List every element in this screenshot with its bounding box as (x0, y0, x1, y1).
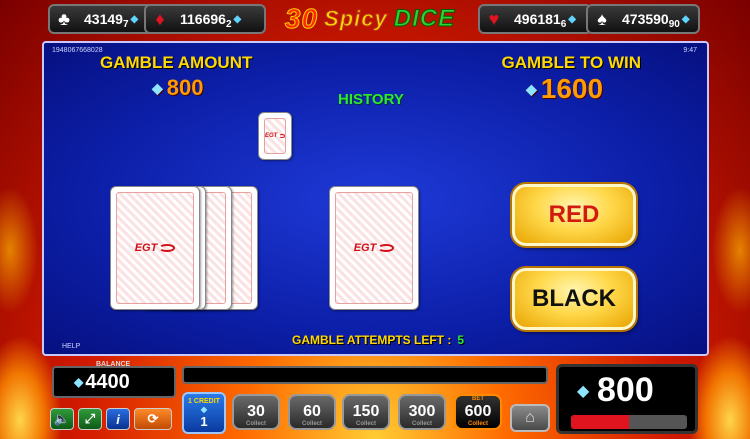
gem-icon: ◆ (526, 80, 537, 97)
bet-value: 600 (464, 403, 492, 420)
help-link[interactable]: HELP (62, 343, 80, 350)
bet-button-60[interactable]: 60 Collect (288, 394, 336, 430)
info-icon[interactable]: i (106, 408, 130, 430)
gem-icon: ◆ (233, 13, 242, 25)
message-bar (182, 366, 548, 384)
heart-icon: ♥ (488, 8, 500, 29)
jackpot-amount: 116696 (180, 11, 226, 27)
jackpot-cents: 90 (668, 18, 680, 30)
bet-label: BET (472, 396, 484, 402)
jackpot-cents: 6 (560, 18, 567, 30)
bet-value: 150 (352, 403, 380, 420)
gamble-to-win-label: GAMBLE TO WIN (501, 53, 641, 72)
gem-icon: ◆ (577, 383, 590, 400)
gem-icon: ◆ (152, 79, 163, 96)
jackpot-amount: 496181 (514, 11, 561, 27)
bet-value: 300 (408, 403, 436, 420)
jackpot-diamonds: ♦ 116696 2 ◆ (144, 4, 266, 34)
egt-logo-icon (159, 244, 176, 252)
bet-sub: Collect (467, 421, 488, 427)
gem-icon: ◆ (681, 13, 690, 25)
autoplay-icon[interactable]: ⟳ (134, 408, 172, 430)
gamble-amount-value: ◆ 800 (152, 75, 204, 101)
gamble-to-win-value: ◆ 1600 (526, 73, 603, 105)
jackpot-hearts: ♥ 496181 6 ◆ (478, 4, 592, 34)
attempts-left: 5 (457, 333, 465, 347)
bet-button-30[interactable]: 30 Collect (232, 394, 280, 430)
balance-display: ◆ 4400 (52, 366, 176, 398)
history-card: EGT (258, 112, 292, 160)
jackpot-spades: ♠ 473590 90 ◆ (586, 4, 700, 34)
red-button[interactable]: RED (512, 184, 636, 246)
gem-icon: ◆ (200, 405, 208, 414)
game-logo: 30 Spicy DICE (270, 2, 470, 36)
club-icon: ♣ (58, 8, 70, 29)
jackpot-amount: 43149 (84, 11, 123, 27)
diamond-icon: ♦ (155, 8, 165, 29)
gamble-attempts: GAMBLE ATTEMPTS LEFT : 5 (292, 333, 464, 347)
spade-icon: ♠ (597, 8, 607, 29)
balance-value: 4400 (85, 370, 130, 393)
bet-sub: Collect (245, 421, 266, 427)
home-icon[interactable]: ⌂ (510, 404, 550, 432)
card-brand: EGT (265, 133, 278, 139)
win-progress-bar (571, 415, 687, 429)
fullscreen-icon[interactable]: ⤢ (78, 408, 102, 430)
attempts-label: GAMBLE ATTEMPTS LEFT : (292, 333, 452, 347)
logo-dice: DICE (393, 5, 456, 33)
win-progress-fill (571, 415, 629, 429)
bet-sub: Collect (301, 421, 322, 427)
jackpot-cents: 7 (122, 18, 129, 30)
jackpot-cents: 2 (225, 18, 232, 30)
bet-button-300[interactable]: 300 Collect (398, 394, 446, 430)
logo-spicy: Spicy (324, 6, 388, 32)
clock: 9:47 (683, 47, 697, 54)
credit-label: 1 CREDIT (188, 398, 220, 405)
bet-value: 60 (303, 403, 321, 420)
jackpot-amount: 473590 (622, 11, 669, 27)
game-id: 1948067668028 (52, 47, 103, 54)
logo-number: 30 (284, 3, 319, 35)
win-display: ◆ 800 (556, 364, 698, 434)
sound-icon[interactable]: 🔈 (50, 408, 74, 430)
gamble-panel: 1948067668028 9:47 GAMBLE AMOUNT ◆ 800 G… (42, 41, 709, 356)
bet-sub: Collect (411, 421, 432, 427)
black-button[interactable]: BLACK (512, 268, 636, 330)
gamble-amount-number: 800 (166, 75, 204, 100)
gem-icon: ◆ (568, 13, 576, 25)
bet-value: 30 (247, 403, 265, 420)
credit-value: 1 (200, 414, 208, 429)
bet-button-150[interactable]: 150 Collect (342, 394, 390, 430)
win-value: 800 (597, 371, 654, 409)
gem-icon: ◆ (74, 375, 84, 389)
gamble-amount-label: GAMBLE AMOUNT (100, 53, 253, 72)
deck-card: EGT (110, 186, 200, 310)
bet-sub: Collect (355, 421, 376, 427)
card-brand: EGT (353, 242, 377, 254)
card-brand: EGT (134, 242, 158, 254)
gamble-to-win-number: 1600 (540, 73, 604, 104)
egt-logo-icon (378, 244, 395, 252)
bet-button-600[interactable]: BET 600 Collect (454, 394, 502, 430)
gamble-card: EGT (329, 186, 419, 310)
credit-selector[interactable]: 1 CREDIT ◆ 1 (182, 392, 226, 434)
gem-icon: ◆ (130, 13, 139, 25)
egt-logo-icon (279, 134, 285, 138)
history-label: HISTORY (338, 91, 404, 108)
